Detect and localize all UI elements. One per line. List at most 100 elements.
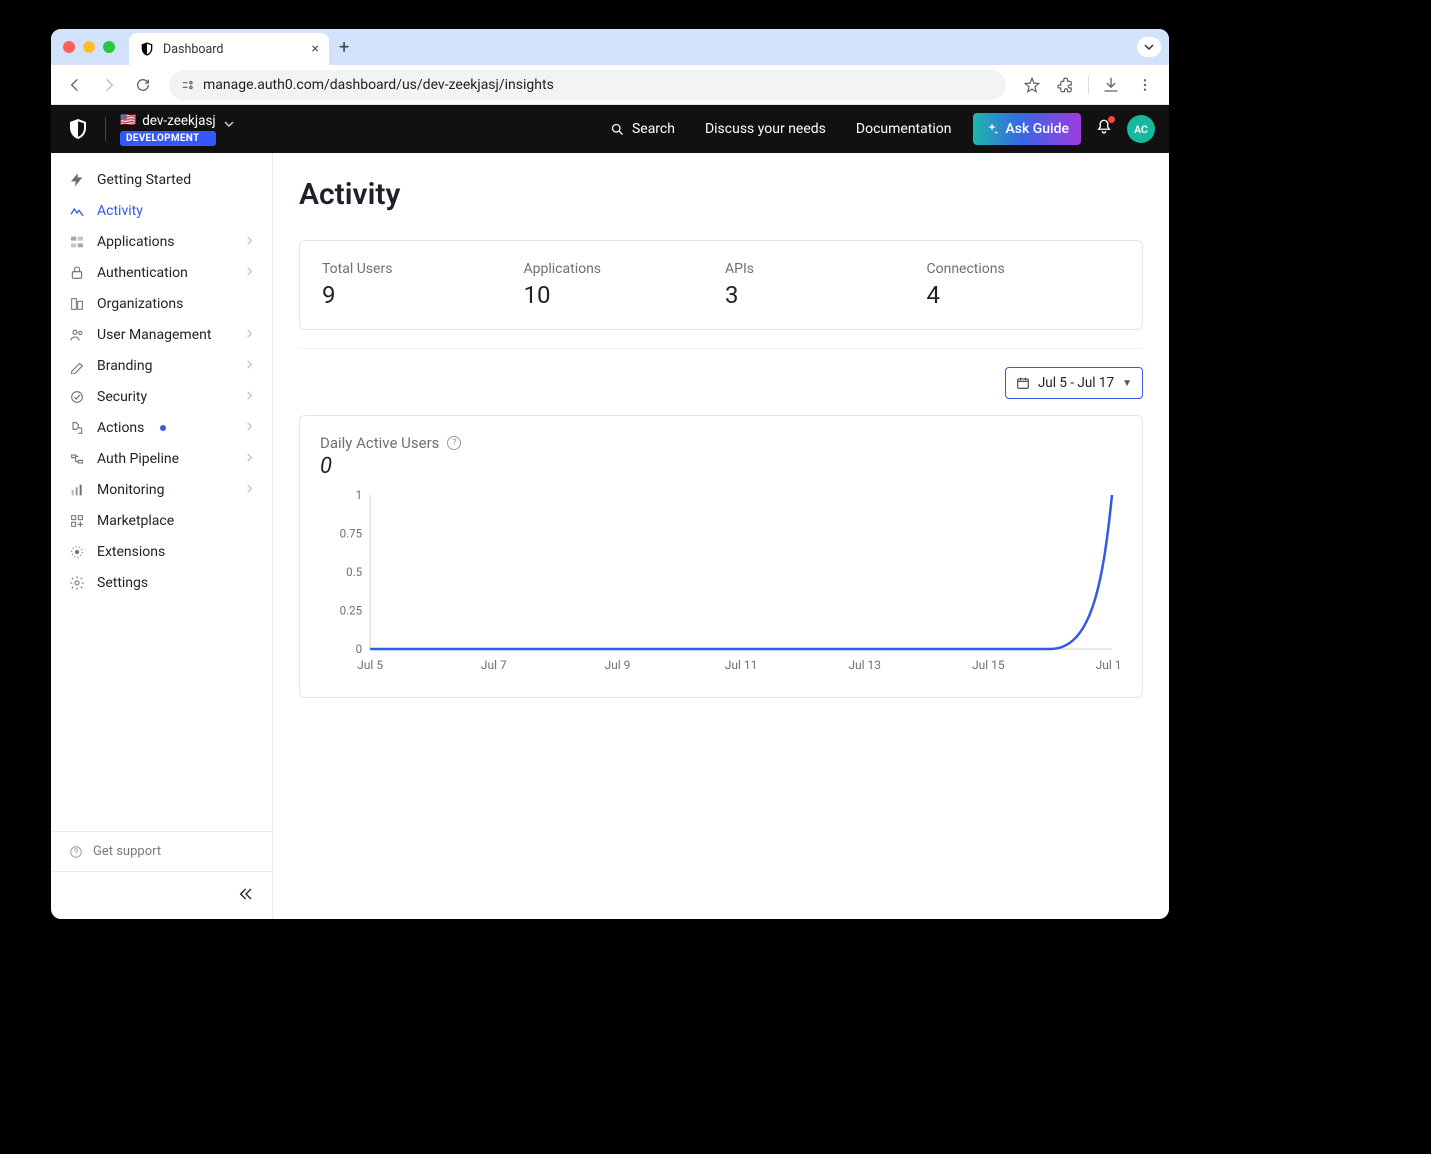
date-range-label: Jul 5 - Jul 17 [1038, 375, 1114, 391]
tenant-badge: DEVELOPMENT [120, 131, 216, 146]
sidebar-item-label: User Management [97, 327, 211, 343]
sidebar-item-marketplace[interactable]: Marketplace [51, 506, 272, 535]
stat-value: 3 [725, 281, 919, 309]
get-support-link[interactable]: Get support [51, 832, 272, 871]
settings-icon [69, 575, 85, 591]
window-minimize-button[interactable] [83, 41, 95, 53]
tab-dropdown-button[interactable] [1137, 37, 1161, 57]
info-icon[interactable]: ? [447, 436, 461, 450]
sparkle-icon [985, 122, 999, 136]
page-title: Activity [299, 177, 1143, 212]
line-chart: 00.250.50.751Jul 5Jul 7Jul 9Jul 11Jul 13… [320, 487, 1122, 677]
sidebar-item-authentication[interactable]: Authentication [51, 258, 272, 287]
svg-text:Jul 15: Jul 15 [972, 658, 1005, 672]
sidebar-item-actions[interactable]: Actions [51, 413, 272, 442]
sidebar-item-settings[interactable]: Settings [51, 568, 272, 597]
stat-label: Connections [927, 261, 1121, 277]
flag-icon: 🇺🇸 [120, 113, 136, 128]
security-icon [69, 389, 85, 405]
sidebar-item-applications[interactable]: Applications [51, 227, 272, 256]
sidebar-item-label: Organizations [97, 296, 183, 312]
tenant-selector[interactable]: 🇺🇸 dev-zeekjasj DEVELOPMENT [120, 113, 234, 146]
stat-value: 4 [927, 281, 1121, 309]
nav-back-button[interactable] [61, 71, 89, 99]
stat-block: Total Users 9 [322, 261, 516, 309]
activity-icon [69, 203, 85, 219]
sidebar-item-label: Activity [97, 203, 143, 219]
sidebar-item-label: Auth Pipeline [97, 451, 179, 467]
sidebar-item-getting-started[interactable]: Getting Started [51, 165, 272, 194]
sidebar-item-label: Marketplace [97, 513, 174, 529]
chevron-right-icon [245, 390, 254, 403]
shield-icon [139, 41, 155, 57]
url-field[interactable]: manage.auth0.com/dashboard/us/dev-zeekja… [169, 70, 1006, 100]
browser-menu-button[interactable] [1131, 71, 1159, 99]
dropdown-triangle-icon: ▼ [1122, 378, 1132, 389]
main-content: Activity Total Users9Applications10APIs3… [273, 153, 1169, 919]
discuss-link[interactable]: Discuss your needs [697, 121, 834, 137]
user-management-icon [69, 327, 85, 343]
chevron-right-icon [245, 235, 254, 248]
stat-block: Connections 4 [927, 261, 1121, 309]
sidebar-item-label: Getting Started [97, 172, 191, 188]
tab-close-button[interactable]: × [312, 41, 319, 57]
svg-text:Jul 7: Jul 7 [481, 658, 507, 672]
chevron-right-icon [245, 421, 254, 434]
svg-text:0: 0 [356, 642, 362, 656]
ask-guide-button[interactable]: Ask Guide [973, 113, 1081, 145]
sidebar-item-auth-pipeline[interactable]: Auth Pipeline [51, 444, 272, 473]
authentication-icon [69, 265, 85, 281]
chevron-down-icon [224, 119, 234, 132]
notifications-button[interactable] [1095, 118, 1113, 140]
sidebar-item-extensions[interactable]: Extensions [51, 537, 272, 566]
sidebar-item-security[interactable]: Security [51, 382, 272, 411]
nav-forward-button[interactable] [95, 71, 123, 99]
stat-value: 9 [322, 281, 516, 309]
monitoring-icon [69, 482, 85, 498]
browser-tab[interactable]: Dashboard × [129, 33, 329, 65]
documentation-link[interactable]: Documentation [848, 121, 960, 137]
stats-card: Total Users 9 Applications 10 APIs 3 Connectio… [299, 240, 1143, 330]
window-close-button[interactable] [63, 41, 75, 53]
stat-block: Applications 10 [524, 261, 718, 309]
date-range-picker[interactable]: Jul 5 - Jul 17 ▼ [1005, 367, 1143, 399]
organizations-icon [69, 296, 85, 312]
calendar-icon [1016, 376, 1030, 390]
help-icon [69, 845, 83, 859]
sidebar-item-monitoring[interactable]: Monitoring [51, 475, 272, 504]
nav-reload-button[interactable] [129, 71, 157, 99]
tenant-name: dev-zeekjasj [142, 113, 215, 129]
downloads-button[interactable] [1097, 71, 1125, 99]
app-header: 🇺🇸 dev-zeekjasj DEVELOPMENT Search Discu… [51, 105, 1169, 153]
user-avatar[interactable]: AC [1127, 115, 1155, 143]
sidebar-item-organizations[interactable]: Organizations [51, 289, 272, 318]
sidebar-item-label: Actions [97, 420, 144, 436]
search-icon [610, 122, 625, 137]
stat-label: APIs [725, 261, 919, 277]
auth0-logo[interactable] [65, 116, 91, 142]
branding-icon [69, 358, 85, 374]
new-tab-button[interactable]: + [339, 37, 349, 58]
sidebar-item-label: Branding [97, 358, 152, 374]
collapse-sidebar-button[interactable] [238, 886, 254, 906]
getting-started-icon [69, 172, 85, 188]
svg-text:Jul 13: Jul 13 [848, 658, 881, 672]
sidebar-item-branding[interactable]: Branding [51, 351, 272, 380]
search-button[interactable]: Search [602, 121, 683, 137]
applications-icon [69, 234, 85, 250]
extensions-button[interactable] [1052, 71, 1080, 99]
stat-value: 10 [524, 281, 718, 309]
chart-card: Daily Active Users ? 0 00.250.50.751Jul … [299, 415, 1143, 698]
stat-label: Applications [524, 261, 718, 277]
stat-label: Total Users [322, 261, 516, 277]
support-label: Get support [93, 844, 161, 859]
sidebar-item-label: Monitoring [97, 482, 165, 498]
window-maximize-button[interactable] [103, 41, 115, 53]
sidebar-item-user-management[interactable]: User Management [51, 320, 272, 349]
sidebar-item-label: Applications [97, 234, 175, 250]
bookmark-star-button[interactable] [1018, 71, 1046, 99]
sidebar-item-activity[interactable]: Activity [51, 196, 272, 225]
chart-title: Daily Active Users [320, 434, 439, 452]
chevron-right-icon [245, 359, 254, 372]
svg-text:1: 1 [356, 488, 362, 502]
